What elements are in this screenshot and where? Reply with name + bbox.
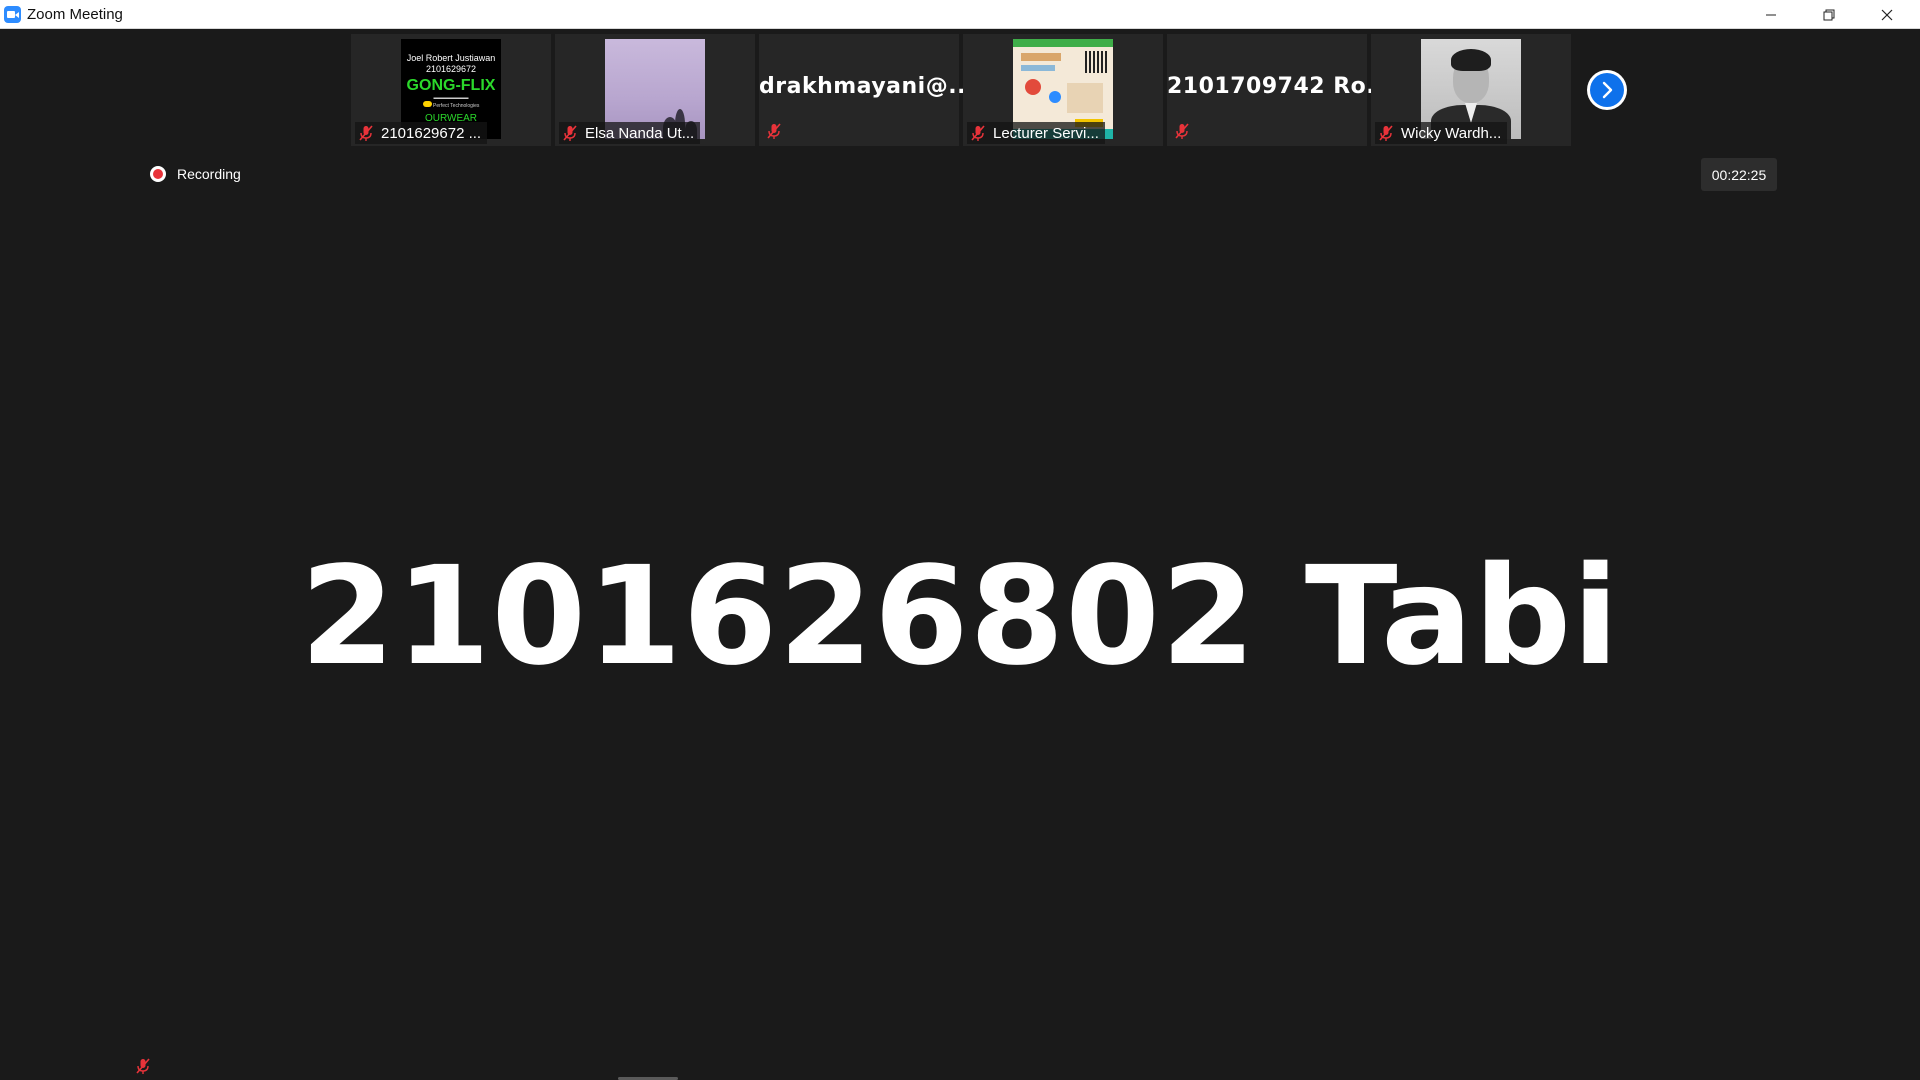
participant-tile[interactable]: Lecturer Servi... [963, 34, 1163, 146]
speaker-mic-muted-icon [136, 1058, 150, 1074]
next-participants-button[interactable] [1587, 70, 1627, 110]
restore-icon [1823, 9, 1835, 20]
participant-name: 2101629672 ... [381, 124, 482, 142]
minimize-icon [1766, 14, 1776, 15]
participant-name-tag: Lecturer Servi... [967, 122, 1105, 144]
participant-tile[interactable]: Elsa Nanda Ut... [555, 34, 755, 146]
participant-name: Lecturer Servi... [993, 124, 1099, 142]
participant-name-tag: 2101629672 ... [355, 122, 488, 144]
portrait-hair [1451, 49, 1491, 71]
mic-muted-icon [767, 123, 781, 139]
participant-tile[interactable]: drakhmayani@... [759, 34, 975, 146]
mic-muted-icon [1175, 123, 1189, 139]
participant-name-tag: Wicky Wardh... [1375, 122, 1508, 144]
infographic-bubble [1049, 91, 1061, 103]
poster-line-1: Joel Robert Justiawan [406, 53, 496, 63]
infographic-bubble [1025, 79, 1041, 95]
infographic-block [1021, 65, 1055, 71]
poster-headline: GONG-FLIX [406, 77, 496, 94]
mic-muted-icon [359, 125, 373, 141]
chevron-right-icon [1602, 81, 1613, 99]
participant-name-tag: Elsa Nanda Ut... [559, 122, 701, 144]
restore-button[interactable] [1800, 0, 1858, 29]
participant-name: Wicky Wardh... [1401, 124, 1502, 142]
next-button-circle [1590, 73, 1624, 107]
participant-tile[interactable]: 2101709742 Ro... [1167, 34, 1393, 146]
window-title: Zoom Meeting [27, 6, 123, 23]
mic-muted-icon [563, 125, 577, 141]
logo-dot [422, 101, 432, 107]
infographic-header [1013, 39, 1113, 47]
recording-dot-icon [150, 166, 166, 182]
participant-tile[interactable]: Wicky Wardh... [1371, 34, 1571, 146]
infographic-block [1021, 53, 1061, 61]
participant-strip: Joel Robert Justiawan 2101629672 GONG-FL… [351, 34, 1571, 146]
poster-tagline: Perfect Technologies [433, 103, 480, 109]
meeting-timer: 00:22:25 [1701, 158, 1777, 191]
participant-name: Elsa Nanda Ut... [585, 124, 695, 142]
window-title-bar: Zoom Meeting [0, 0, 1920, 29]
close-button[interactable] [1858, 0, 1916, 29]
minimize-button[interactable] [1742, 0, 1800, 29]
mic-muted-icon [971, 125, 985, 141]
participant-name: 2101709742 Ro... [1167, 74, 1393, 99]
participant-tile[interactable]: Joel Robert Justiawan 2101629672 GONG-FL… [351, 34, 551, 146]
participant-name: drakhmayani@... [759, 74, 975, 99]
recording-indicator[interactable]: Recording [150, 166, 241, 182]
zoom-app-icon [4, 6, 21, 23]
qr-code [1085, 51, 1107, 73]
active-speaker-name: 2101626802 Tabi [300, 538, 1620, 696]
infographic-block [1067, 83, 1103, 113]
poster-tagline-row: Perfect Technologies [401, 101, 501, 109]
poster-line-2: 2101629672 [425, 64, 477, 74]
close-icon [1881, 9, 1893, 20]
recording-label: Recording [177, 166, 241, 182]
mic-muted-icon [1379, 125, 1393, 141]
